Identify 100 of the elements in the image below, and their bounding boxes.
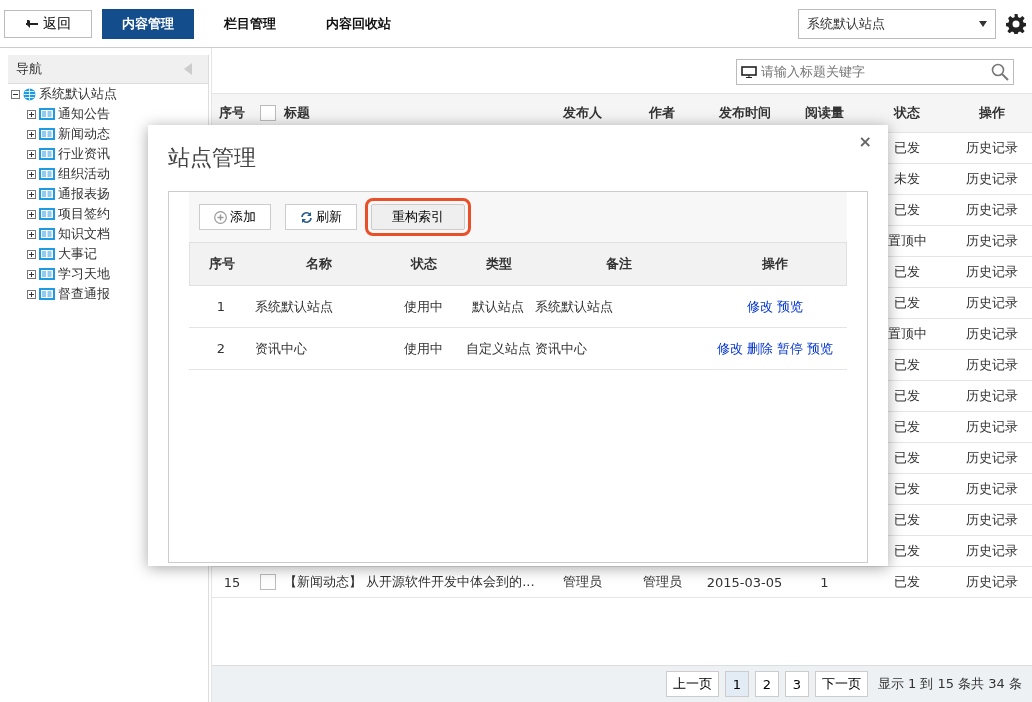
column-header: 类型 — [485, 255, 513, 273]
history-link[interactable]: 历史记录 — [966, 232, 1018, 250]
tree-item[interactable]: 项目签约 — [58, 205, 110, 223]
document-icon — [39, 188, 55, 200]
globe-icon — [23, 87, 36, 101]
history-link[interactable]: 历史记录 — [966, 573, 1018, 591]
table-cell: 管理员 — [562, 573, 602, 591]
action-link[interactable]: 暂停 — [777, 339, 803, 358]
page-button[interactable]: 3 — [784, 671, 809, 697]
prev-page-button[interactable]: 上一页 — [665, 671, 719, 697]
tree-item[interactable]: 系统默认站点 — [39, 85, 117, 103]
expand-toggle-icon[interactable] — [27, 289, 36, 299]
table-cell: 已发 — [894, 542, 920, 560]
expand-toggle-icon[interactable] — [27, 169, 36, 179]
search-field[interactable]: 请输入标题关键字 — [736, 58, 1014, 85]
action-link[interactable]: 修改 — [747, 297, 773, 316]
action-link[interactable]: 删除 — [747, 339, 773, 358]
history-link[interactable]: 历史记录 — [966, 511, 1018, 529]
document-icon — [39, 288, 55, 300]
expand-toggle-icon[interactable] — [27, 249, 36, 259]
refresh-icon — [300, 210, 313, 224]
next-page-button[interactable]: 下一页 — [814, 671, 868, 697]
expand-toggle-icon[interactable] — [27, 209, 36, 219]
table-cell: 1 — [820, 574, 829, 590]
history-link[interactable]: 历史记录 — [966, 418, 1018, 436]
expand-toggle-icon[interactable] — [27, 109, 36, 119]
nav-tab[interactable]: 内容回收站 — [306, 8, 411, 39]
history-link[interactable]: 历史记录 — [966, 449, 1018, 467]
page-button[interactable]: 1 — [724, 671, 749, 697]
toolbar-button[interactable]: 添加 — [199, 204, 271, 230]
table-cell: 管理员 — [642, 573, 682, 591]
table-cell: 已发 — [894, 201, 920, 219]
dialog-title: 站点管理 — [168, 144, 257, 172]
back-button[interactable]: 返回 — [4, 10, 92, 38]
page-button[interactable]: 2 — [754, 671, 779, 697]
tree-item[interactable]: 大事记 — [58, 245, 97, 263]
table-cell: 已发 — [894, 418, 920, 436]
history-link[interactable]: 历史记录 — [966, 201, 1018, 219]
tree-item[interactable]: 督查通报 — [58, 285, 110, 303]
tree-item[interactable]: 组织活动 — [58, 165, 110, 183]
search-icon[interactable] — [991, 62, 1009, 81]
table-cell: 已发 — [894, 480, 920, 498]
history-link[interactable]: 历史记录 — [966, 387, 1018, 405]
history-link[interactable]: 历史记录 — [966, 542, 1018, 560]
column-header: 序号 — [219, 104, 245, 122]
table-cell: 已发 — [894, 294, 920, 312]
history-link[interactable]: 历史记录 — [966, 325, 1018, 343]
column-header: 序号 — [208, 255, 236, 273]
row-checkbox[interactable] — [260, 574, 276, 591]
expand-toggle-icon[interactable] — [27, 269, 36, 279]
column-header: 操作 — [979, 104, 1005, 122]
table-cell-text: 资讯中心 — [254, 339, 308, 358]
settings-icon[interactable] — [1006, 13, 1026, 34]
document-icon — [39, 128, 55, 140]
table-cell-text: 默认站点 — [471, 297, 525, 316]
table-cell: 已发 — [894, 356, 920, 374]
document-icon — [39, 268, 55, 280]
expand-toggle-icon[interactable] — [27, 229, 36, 239]
action-link[interactable]: 修改 — [717, 339, 743, 358]
tree-item[interactable]: 新闻动态 — [58, 125, 110, 143]
table-cell-text: 系统默认站点 — [534, 297, 614, 316]
expand-toggle-icon[interactable] — [27, 129, 36, 139]
history-link[interactable]: 历史记录 — [966, 139, 1018, 157]
tree-item[interactable]: 通知公告 — [58, 105, 110, 123]
table-cell-text: 使用中 — [402, 339, 444, 358]
document-icon — [39, 228, 55, 240]
tree-item[interactable]: 通报表扬 — [58, 185, 110, 203]
tree-item[interactable]: 知识文档 — [58, 225, 110, 243]
collapse-toggle-icon[interactable] — [11, 89, 20, 99]
caret-icon — [979, 20, 987, 27]
column-header: 状态 — [894, 104, 920, 122]
expand-toggle-icon[interactable] — [27, 149, 36, 159]
table-cell: 已发 — [894, 511, 920, 529]
history-link[interactable]: 历史记录 — [966, 294, 1018, 312]
close-button[interactable]: × — [852, 131, 878, 152]
history-link[interactable]: 历史记录 — [966, 356, 1018, 374]
tree-item[interactable]: 学习天地 — [58, 265, 110, 283]
tree-item[interactable]: 行业资讯 — [58, 145, 110, 163]
document-icon — [39, 168, 55, 180]
column-header: 阅读量 — [805, 104, 844, 122]
column-header: 作者 — [649, 104, 675, 122]
select-all-checkbox[interactable] — [260, 105, 276, 122]
table-cell: 已发 — [894, 387, 920, 405]
action-link[interactable]: 预览 — [807, 339, 833, 358]
document-icon — [39, 148, 55, 160]
table-cell: 置顶中 — [887, 325, 927, 343]
column-header: 名称 — [305, 255, 333, 273]
site-select[interactable]: 系统默认站点 — [798, 8, 996, 39]
nav-tab[interactable]: 栏目管理 — [204, 8, 296, 39]
nav-tab[interactable]: 内容管理 — [102, 8, 194, 39]
history-link[interactable]: 历史记录 — [966, 480, 1018, 498]
table-cell-text: 资讯中心 — [534, 339, 588, 358]
action-link[interactable]: 预览 — [777, 297, 803, 316]
column-header: 标题 — [284, 104, 310, 122]
expand-toggle-icon[interactable] — [27, 189, 36, 199]
history-link[interactable]: 历史记录 — [966, 263, 1018, 281]
table-cell: 已发 — [894, 139, 920, 157]
toolbar-button[interactable]: 刷新 — [285, 204, 357, 230]
sidebar-title: 导航 — [16, 60, 42, 78]
history-link[interactable]: 历史记录 — [966, 170, 1018, 188]
